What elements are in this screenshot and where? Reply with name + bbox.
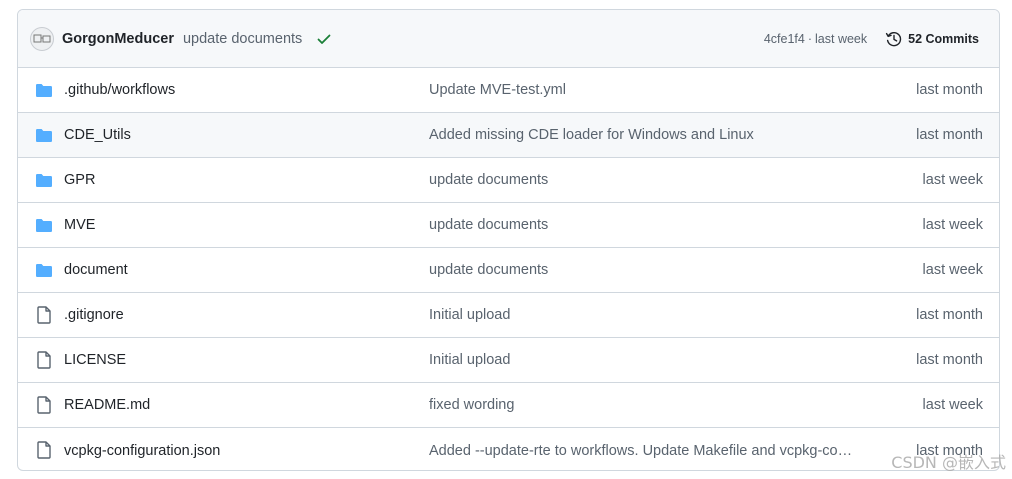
commit-author-link[interactable]: GorgonMeducer (62, 31, 174, 47)
commits-count: 52 Commits (908, 32, 979, 46)
file-commit-message-link[interactable]: Initial upload (429, 352, 510, 368)
commit-sha-date[interactable]: 4cfe1f4 · last week (764, 32, 867, 46)
file-name-link[interactable]: GPR (64, 172, 95, 188)
commit-message-link[interactable]: update documents (183, 31, 302, 47)
folder-icon (34, 216, 54, 234)
file-row[interactable]: GPR update documents last week (18, 158, 999, 203)
file-commit-time: last week (922, 262, 983, 278)
file-icon (34, 441, 54, 459)
file-commit-message-link[interactable]: Added --update-rte to workflows. Update … (429, 443, 854, 459)
file-list: .github/workflows Update MVE-test.yml last… (18, 68, 999, 470)
file-commit-time: last month (916, 127, 983, 143)
file-name-link[interactable]: CDE_Utils (64, 127, 131, 143)
file-row[interactable]: vcpkg-configuration.json Added --update-r… (18, 428, 999, 470)
file-icon (34, 396, 54, 414)
file-row[interactable]: .github/workflows Update MVE-test.yml last… (18, 68, 999, 113)
repo-file-browser: GorgonMeducer update documents 4cfe1f4 · l… (17, 9, 1000, 471)
folder-icon (34, 171, 54, 189)
folder-icon (34, 126, 54, 144)
file-commit-time: last week (922, 172, 983, 188)
file-name-link[interactable]: README.md (64, 397, 150, 413)
file-row[interactable]: LICENSE Initial upload last month (18, 338, 999, 383)
file-commit-message-link[interactable]: fixed wording (429, 397, 514, 413)
folder-icon (34, 81, 54, 99)
author-avatar[interactable] (30, 26, 54, 51)
file-commit-time: last month (916, 82, 983, 98)
file-commit-message-link[interactable]: Added missing CDE loader for Windows and… (429, 127, 754, 143)
file-commit-time: last week (922, 217, 983, 233)
commit-sha[interactable]: 4cfe1f4 (764, 32, 805, 46)
file-row[interactable]: .gitignore Initial upload last month (18, 293, 999, 338)
folder-icon (34, 261, 54, 279)
check-icon[interactable] (316, 31, 332, 47)
latest-commit-header: GorgonMeducer update documents 4cfe1f4 · l… (18, 10, 999, 68)
file-icon (34, 351, 54, 369)
file-row[interactable]: CDE_Utils Added missing CDE loader for Wi… (18, 113, 999, 158)
file-commit-time: last month (916, 307, 983, 323)
file-commit-message-link[interactable]: Initial upload (429, 307, 510, 323)
file-name-link[interactable]: vcpkg-configuration.json (64, 443, 220, 459)
file-commit-message-link[interactable]: update documents (429, 262, 548, 278)
meta-separator: · (807, 32, 813, 46)
file-commit-message-link[interactable]: update documents (429, 172, 548, 188)
file-name-link[interactable]: .github/workflows (64, 82, 175, 98)
file-commit-message-link[interactable]: update documents (429, 217, 548, 233)
commit-meta: 4cfe1f4 · last week 52 Commits (764, 10, 979, 68)
commits-history-link[interactable]: 52 Commits (885, 30, 979, 48)
file-name-link[interactable]: .gitignore (64, 307, 124, 323)
file-row[interactable]: MVE update documents last week (18, 203, 999, 248)
file-commit-message-link[interactable]: Update MVE-test.yml (429, 82, 566, 98)
watermark: CSDN @嵌入式 (891, 453, 1006, 472)
file-name-link[interactable]: document (64, 262, 128, 278)
file-icon (34, 306, 54, 324)
history-icon (886, 32, 902, 47)
file-row[interactable]: README.md fixed wording last week (18, 383, 999, 428)
file-commit-time: last month (916, 352, 983, 368)
file-commit-time: last week (922, 397, 983, 413)
commit-date: last week (815, 32, 868, 46)
file-name-link[interactable]: MVE (64, 217, 95, 233)
file-name-link[interactable]: LICENSE (64, 352, 126, 368)
file-row[interactable]: document update documents last week (18, 248, 999, 293)
